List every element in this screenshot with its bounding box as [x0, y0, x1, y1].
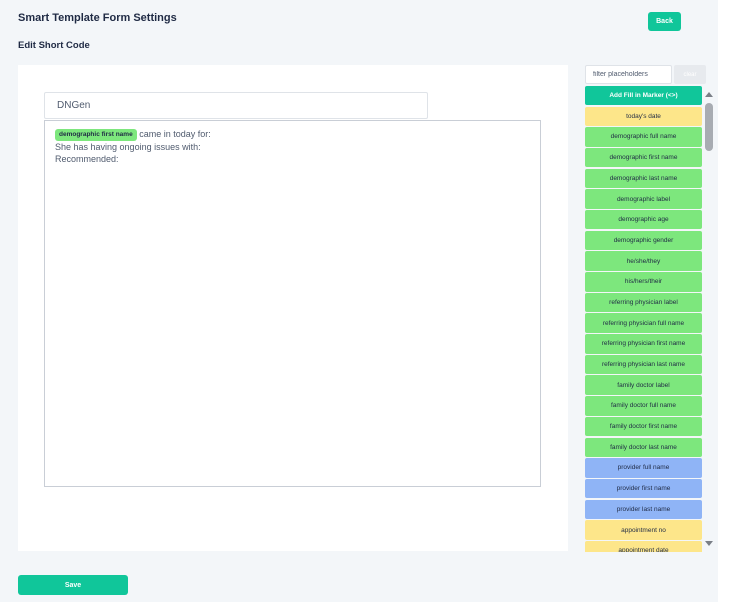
- placeholder-item[interactable]: family doctor first name: [585, 416, 702, 437]
- placeholder-item[interactable]: demographic full name: [585, 127, 702, 147]
- placeholder-item[interactable]: referring physician first name: [585, 334, 702, 354]
- placeholder-item[interactable]: demographic last name: [585, 168, 702, 189]
- page-title: Smart Template Form Settings: [18, 12, 177, 24]
- placeholder-item[interactable]: family doctor label: [585, 375, 702, 395]
- placeholder-item[interactable]: his/hers/their: [585, 272, 702, 292]
- save-button[interactable]: Save: [18, 575, 128, 595]
- placeholder-item[interactable]: provider last name: [585, 499, 702, 520]
- placeholder-item[interactable]: today's date: [585, 106, 702, 126]
- placeholder-scrollbar[interactable]: [703, 88, 716, 552]
- placeholder-item[interactable]: family doctor last name: [585, 437, 702, 457]
- placeholder-list: Add Fill in Marker (<>) today's date demo…: [585, 86, 702, 552]
- placeholder-item[interactable]: provider full name: [585, 458, 702, 478]
- placeholder-item[interactable]: demographic gender: [585, 230, 702, 251]
- placeholder-item[interactable]: appointment date: [585, 540, 702, 552]
- placeholder-item[interactable]: demographic first name: [585, 147, 702, 168]
- add-fill-in-marker-button[interactable]: Add Fill in Marker (<>): [585, 86, 702, 105]
- page-subtitle: Edit Short Code: [18, 40, 90, 51]
- editor-panel: demographic first name came in today for…: [18, 65, 568, 551]
- template-editor[interactable]: demographic first name came in today for…: [44, 120, 541, 487]
- editor-line-3: Recommended:: [55, 154, 119, 164]
- placeholder-item[interactable]: provider first name: [585, 478, 702, 499]
- placeholder-item[interactable]: appointment no: [585, 520, 702, 540]
- scroll-up-icon[interactable]: [705, 92, 713, 97]
- scroll-thumb[interactable]: [705, 103, 713, 151]
- clear-filter-button[interactable]: clear: [674, 65, 706, 84]
- back-button[interactable]: Back: [648, 12, 681, 31]
- editor-line-2: She has having ongoing issues with:: [55, 142, 201, 152]
- placeholder-item[interactable]: referring physician full name: [585, 313, 702, 333]
- scroll-down-icon[interactable]: [705, 541, 713, 546]
- filter-placeholders-input[interactable]: [585, 65, 672, 84]
- short-code-name-input[interactable]: [44, 92, 428, 119]
- placeholder-item[interactable]: referring physician last name: [585, 354, 702, 375]
- placeholder-item[interactable]: demographic age: [585, 209, 702, 230]
- placeholder-items: today's date demographic full name demogra…: [585, 106, 702, 552]
- placeholder-item[interactable]: referring physician label: [585, 292, 702, 313]
- placeholder-chip[interactable]: demographic first name: [55, 129, 137, 141]
- editor-line-1-text: came in today for:: [136, 129, 211, 139]
- placeholder-item[interactable]: demographic label: [585, 189, 702, 209]
- placeholder-item[interactable]: he/she/they: [585, 251, 702, 271]
- placeholder-item[interactable]: family doctor full name: [585, 396, 702, 416]
- editor-line-1: demographic first name came in today for…: [55, 128, 530, 141]
